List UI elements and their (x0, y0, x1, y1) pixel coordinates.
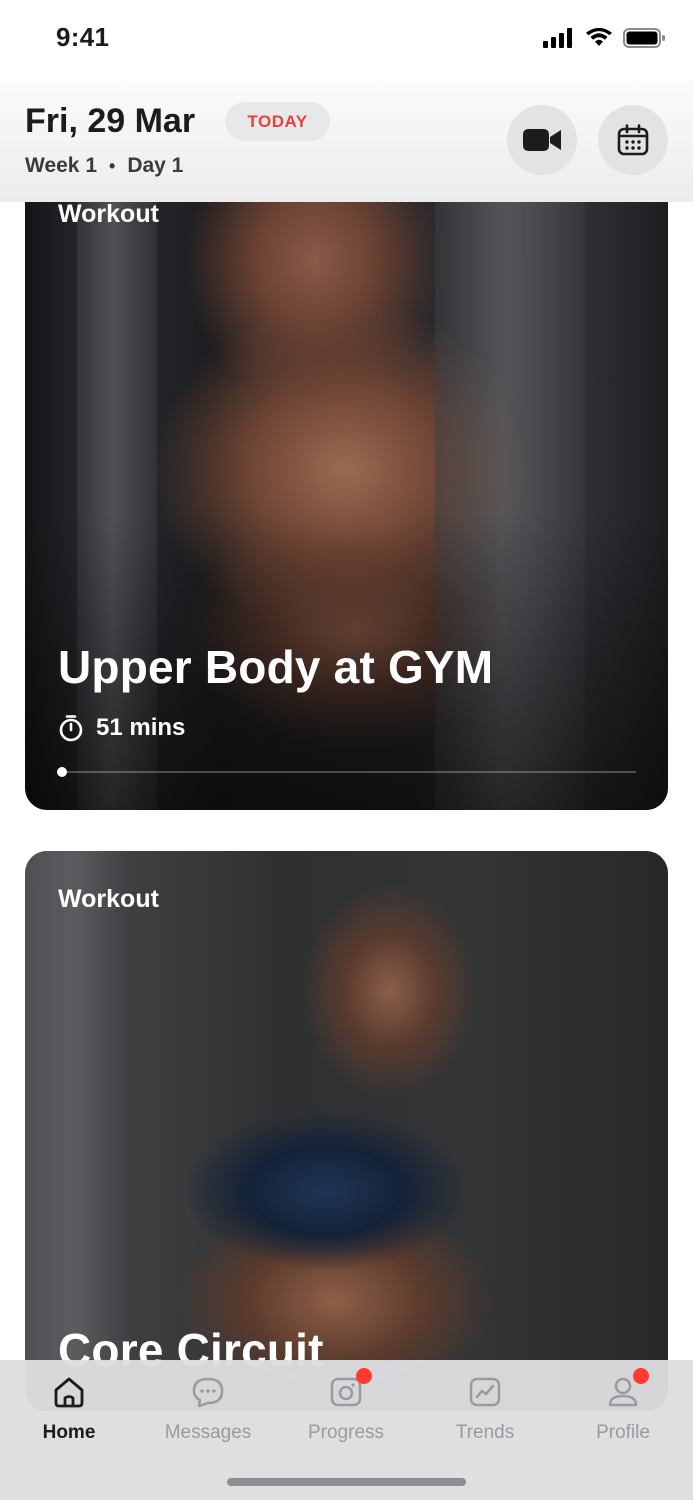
tab-label: Trends (455, 1422, 515, 1443)
tab-profile[interactable]: Profile (554, 1360, 692, 1450)
wifi-icon (586, 28, 612, 46)
home-icon (49, 1372, 89, 1412)
day-header: Fri, 29 Mar TODAY Week 1 • Day 1 (0, 80, 693, 202)
day-label: Day 1 (127, 154, 184, 177)
camera-icon (326, 1368, 372, 1412)
carousel-progress-track (61, 771, 636, 773)
tab-label: Profile (596, 1422, 650, 1443)
card-category: Workout (58, 885, 159, 913)
duration-row: 51 mins (58, 714, 185, 742)
separator-dot: • (109, 155, 116, 176)
person-icon (603, 1368, 649, 1412)
card-category: Workout (58, 200, 159, 228)
calendar-icon (617, 124, 649, 156)
tab-messages[interactable]: Messages (139, 1360, 277, 1450)
calendar-button[interactable] (598, 105, 668, 175)
stopwatch-icon (59, 715, 83, 742)
carousel-progress-dot (57, 767, 67, 777)
video-call-button[interactable] (507, 105, 577, 175)
chat-icon (188, 1372, 228, 1412)
notification-dot (633, 1368, 649, 1384)
tab-progress[interactable]: Progress (277, 1360, 415, 1450)
tab-home[interactable]: Home (0, 1360, 138, 1450)
week-day-line: Week 1 • Day 1 (25, 154, 183, 178)
home-indicator[interactable] (227, 1478, 466, 1486)
cellular-signal-icon (543, 28, 572, 48)
today-badge[interactable]: TODAY (225, 102, 330, 141)
status-bar: 9:41 (0, 0, 693, 80)
battery-icon (623, 28, 665, 48)
notification-dot (356, 1368, 372, 1384)
card-title: Upper Body at GYM (58, 641, 494, 693)
status-icons (543, 28, 665, 48)
trend-chart-icon (465, 1372, 505, 1412)
date-title: Fri, 29 Mar (25, 102, 196, 140)
tab-trends[interactable]: Trends (416, 1360, 554, 1450)
video-camera-icon (523, 129, 561, 151)
week-label: Week 1 (25, 154, 97, 177)
workout-card-core-circuit[interactable]: Workout Core Circuit (25, 851, 668, 1411)
status-time: 9:41 (56, 22, 110, 52)
tab-label: Messages (164, 1422, 252, 1443)
duration-label: 51 mins (96, 714, 186, 741)
tab-label: Home (42, 1422, 96, 1443)
workout-card-upper-body[interactable]: Workout Upper Body at GYM 51 mins (25, 150, 668, 810)
tab-label: Progress (307, 1422, 385, 1443)
card-shade (25, 150, 668, 810)
